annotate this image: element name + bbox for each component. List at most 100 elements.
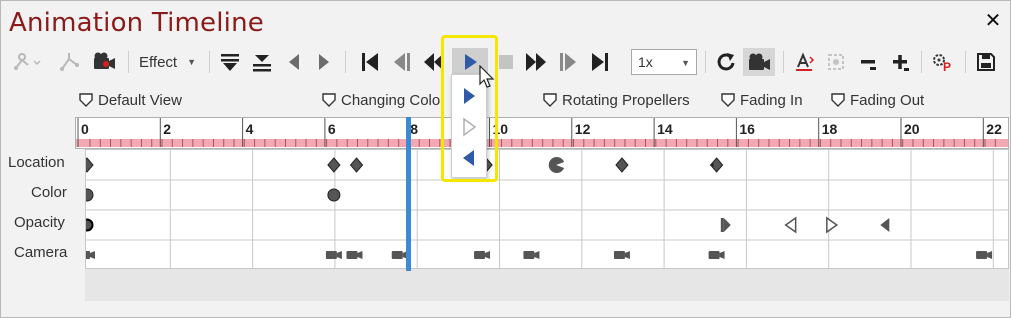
keyframe-diamond[interactable] [615, 157, 629, 173]
timeline-scroll-area [85, 269, 1009, 301]
keyframe-grid-canvas [86, 150, 1008, 268]
camera-record-icon [94, 52, 115, 69]
marker-rotating-propellers[interactable]: Rotating Propellers [543, 90, 690, 110]
keyframe-camera[interactable] [613, 251, 630, 259]
keyframe-camera[interactable] [708, 251, 725, 259]
save-icon [977, 53, 995, 71]
animation-timeline-window: Animation Timeline ✕ Effect ▼ 1x ▼ P Def… [0, 0, 1011, 318]
camera-button[interactable] [743, 48, 775, 76]
keyframe-circle[interactable] [86, 188, 94, 202]
toolbar-separator [783, 51, 784, 73]
keyframe-flag-right[interactable] [720, 218, 731, 232]
playhead[interactable] [406, 117, 412, 271]
marker-fading-in[interactable]: Fading In [721, 90, 803, 110]
settings-button[interactable]: P [929, 48, 957, 76]
ruler-tick-label: 10 [493, 121, 509, 137]
marker-label: Rotating Propellers [562, 91, 690, 109]
effect-label: Effect [139, 53, 178, 71]
loop-icon [717, 53, 735, 71]
loop-button[interactable] [713, 48, 739, 76]
expand-rows-button[interactable] [249, 48, 275, 76]
save-button[interactable] [973, 48, 999, 76]
go-to-end-button[interactable] [587, 48, 613, 76]
keyframe-diamond[interactable] [349, 157, 364, 173]
ruler-tick-label: 22 [986, 121, 1002, 137]
ruler-tick-label: 4 [246, 121, 254, 137]
marker-label: Default View [98, 91, 182, 109]
speed-dropdown[interactable]: 1x ▼ [631, 49, 697, 75]
step-back-button[interactable] [389, 48, 415, 76]
fit-text-icon [796, 52, 815, 71]
keyframe-circle-bold[interactable] [86, 218, 94, 232]
toolbar-separator [705, 51, 706, 73]
toolbar-separator [128, 51, 129, 73]
zoom-fit-button[interactable] [823, 48, 849, 76]
time-ruler-scale: 0 2 4 6 8 10 12 14 16 18 20 22 [76, 118, 1008, 147]
play-icon [465, 54, 477, 70]
keyframe-diamond[interactable] [327, 157, 341, 173]
close-button[interactable]: ✕ [982, 10, 1004, 32]
chevron-down-icon: ▼ [187, 57, 197, 67]
keyframe-camera[interactable] [86, 251, 95, 259]
ruler-tick-label: 14 [657, 121, 673, 137]
path-edit-icon [60, 53, 79, 71]
keyframe-camera[interactable] [346, 251, 363, 259]
keyframe-diamond[interactable] [86, 157, 94, 173]
expand-rows-icon [253, 55, 271, 72]
toolbar: Effect ▼ 1x ▼ P [1, 43, 1010, 83]
motion-path-button[interactable] [11, 48, 43, 76]
keyframe-diamond-star[interactable] [709, 157, 724, 173]
play-forward-outline-option[interactable] [452, 112, 486, 142]
marker-default-view[interactable]: Default View [79, 90, 182, 110]
keyframe-tri-left-outline[interactable] [784, 216, 797, 234]
ruler-tick-label: 12 [575, 121, 591, 137]
keyframe-tri-left[interactable] [880, 218, 890, 232]
track-label-color: Color [31, 184, 67, 201]
keyframe-camera[interactable] [523, 251, 540, 259]
go-to-start-button[interactable] [357, 48, 383, 76]
effect-dropdown[interactable]: Effect ▼ [139, 51, 196, 73]
speed-value: 1x [638, 54, 653, 70]
rewind-button[interactable] [421, 48, 447, 76]
time-ruler[interactable]: 0 2 4 6 8 10 12 14 16 18 20 22 [75, 117, 1009, 149]
keyframe-camera[interactable] [325, 251, 342, 259]
timeline-markers: Default View Changing Colo Rotating Prop… [75, 85, 1010, 113]
window-title: Animation Timeline [9, 8, 264, 38]
fast-forward-button[interactable] [523, 48, 549, 76]
step-forward-button[interactable] [555, 48, 581, 76]
fit-text-button[interactable] [791, 48, 817, 76]
play-reverse-option[interactable] [452, 143, 486, 173]
marker-label: Changing Colo [341, 91, 441, 109]
marker-fading-out[interactable]: Fading Out [831, 90, 924, 110]
marker-label: Fading Out [850, 91, 925, 109]
previous-keyframe-button[interactable] [283, 48, 305, 76]
marker-changing-color[interactable]: Changing Colo [322, 90, 440, 110]
tracks-panel: Location Color Opacity Camera [1, 149, 1010, 269]
collapse-rows-button[interactable] [217, 48, 243, 76]
zoom-out-button[interactable] [855, 48, 881, 76]
keyframe-circle[interactable] [327, 188, 341, 202]
zoom-in-button[interactable] [887, 48, 913, 76]
stop-button[interactable] [495, 48, 517, 76]
fast-forward-icon [526, 53, 546, 71]
go-to-end-icon [592, 53, 608, 71]
settings-icon: P [933, 54, 951, 73]
marker-shield-icon [322, 93, 336, 107]
keyframe-pacman[interactable] [548, 157, 565, 173]
camera-record-button[interactable] [90, 48, 118, 76]
next-keyframe-button[interactable] [313, 48, 335, 76]
keyframe-grid[interactable] [85, 149, 1009, 269]
rewind-icon [424, 53, 444, 71]
keyframe-camera[interactable] [976, 251, 993, 259]
go-to-start-icon [362, 53, 378, 71]
zoom-in-icon [893, 55, 909, 71]
svg-text:P: P [943, 60, 951, 73]
step-back-icon [394, 53, 410, 71]
zoom-out-icon [861, 60, 876, 70]
keyframe-tri-right-outline[interactable] [826, 216, 839, 234]
title-bar: Animation Timeline ✕ [1, 1, 1010, 43]
chevron-down-icon: ▼ [681, 58, 690, 68]
keyframe-camera[interactable] [474, 251, 491, 259]
path-edit-button[interactable] [56, 48, 84, 76]
toolbar-separator [209, 51, 210, 73]
